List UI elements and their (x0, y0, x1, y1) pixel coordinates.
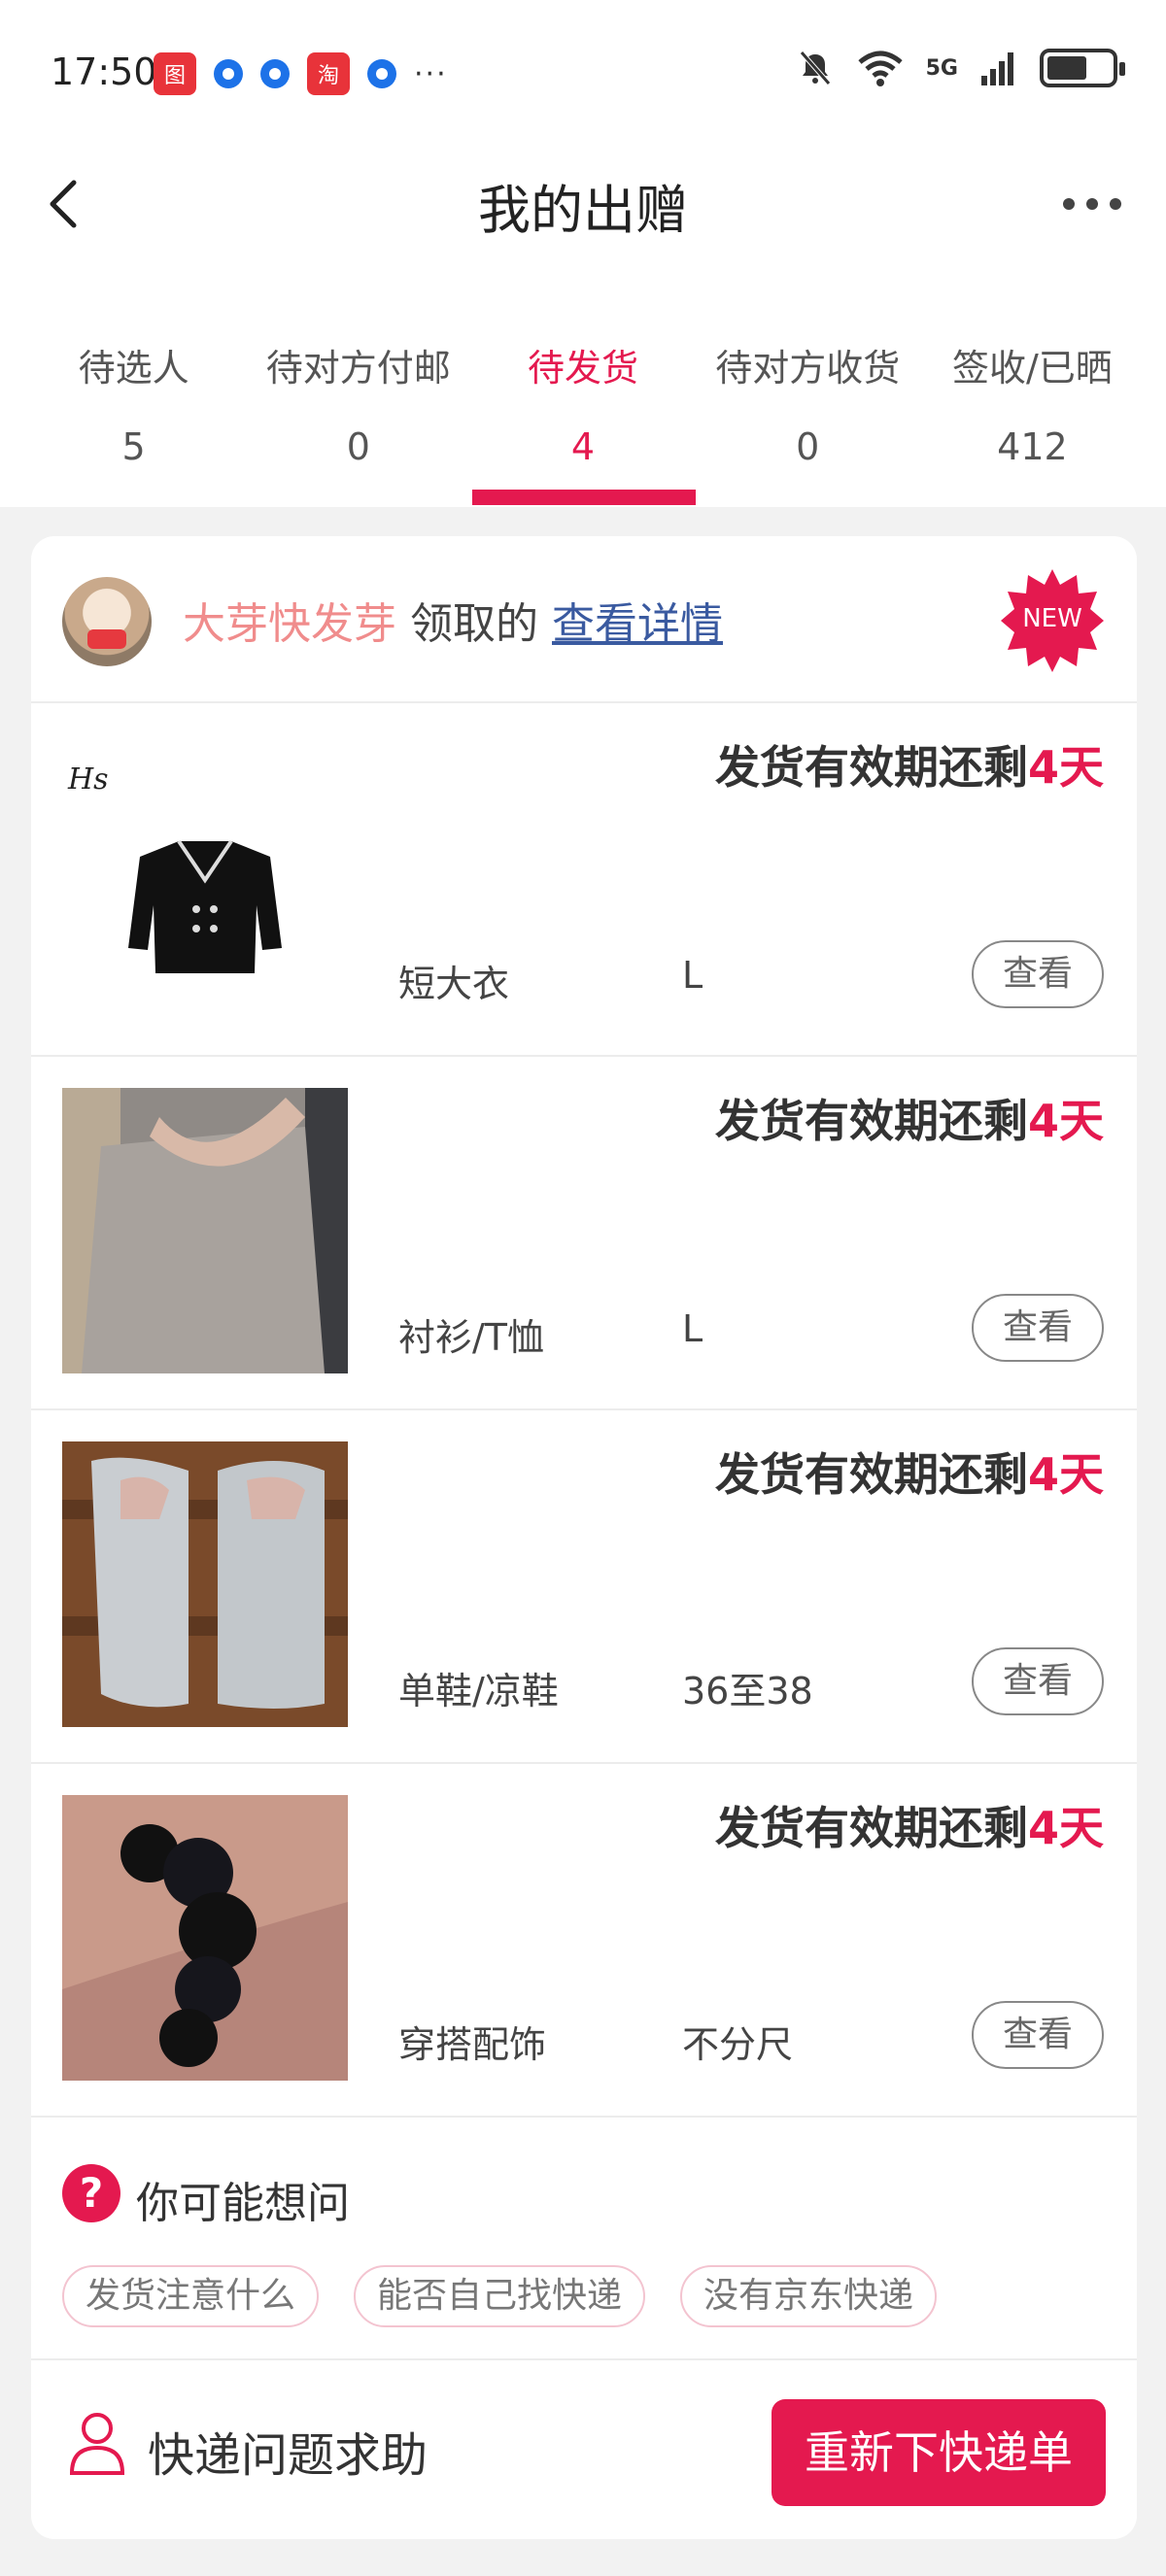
coat-image: Hs (67, 763, 282, 973)
item-size: 不分尺 (682, 2023, 794, 2066)
list-item: 发货有效期还剩4天 穿搭配饰 不分尺 查看 (31, 1764, 1137, 2118)
tab-label: 待选人 (78, 347, 189, 390)
app-notification-icon: 图 (154, 52, 196, 95)
order-card: 大芽快发芽 领取的 查看详情 NEW Hs 发货有效期还剩4天 短大衣 L 查看… (31, 536, 1137, 2539)
item-size: L (682, 954, 703, 997)
item-size: L (682, 1307, 703, 1350)
new-badge-label: NEW (1022, 604, 1082, 633)
receiver-line: 大芽快发芽 领取的 查看详情 (183, 589, 723, 651)
bracelet-image (62, 1795, 348, 2081)
tab-label: 签收/已晒 (952, 347, 1113, 390)
item-category: 穿搭配饰 (398, 2023, 547, 2066)
status-bar: 17:50 图 淘 ··· 5G (0, 0, 1166, 146)
shipping-deadline: 发货有效期还剩4天 (715, 1440, 1104, 1504)
shirt-image (62, 1088, 348, 1373)
faq-chip[interactable]: 没有京东快递 (680, 2265, 938, 2327)
view-button[interactable]: 查看 (972, 940, 1104, 1008)
taobao-notification-icon: 淘 (307, 52, 350, 95)
item-category: 单鞋/凉鞋 (398, 1670, 559, 1712)
wifi-icon (857, 51, 903, 86)
faq-section: ? 你可能想问 发货注意什么 能否自己找快递 没有京东快递 (31, 2118, 1137, 2360)
view-button[interactable]: 查看 (972, 1294, 1104, 1362)
question-icon: ? (62, 2164, 120, 2222)
battery-icon (1040, 49, 1125, 87)
status-more-indicator: ··· (414, 56, 448, 91)
more-dots-icon (1110, 198, 1121, 210)
deadline-label: 发货有效期还剩 (714, 741, 1028, 794)
new-badge: NEW (999, 567, 1106, 674)
person-icon (69, 2413, 125, 2475)
reorder-courier-button[interactable]: 重新下快递单 (772, 2399, 1106, 2506)
faq-chip[interactable]: 发货注意什么 (62, 2265, 320, 2327)
more-options-button[interactable] (1063, 198, 1121, 210)
deadline-days: 4天 (1027, 1802, 1104, 1854)
item-category: 衬衫/T恤 (398, 1316, 545, 1359)
tab-count: 0 (796, 425, 820, 468)
status-tabs: 待选人 5 待对方付邮 0 待发货 4 待对方收货 0 签收/已晒 412 (0, 262, 1166, 507)
tab-pending-shipment[interactable]: 待发货 4 (470, 262, 695, 507)
app-notification-dot-icon (260, 59, 290, 88)
avatar[interactable] (62, 577, 152, 666)
active-tab-indicator (472, 490, 696, 505)
app-notification-dot-icon (214, 59, 243, 88)
coat-thumbnail[interactable]: Hs (62, 734, 348, 1020)
deadline-days: 4天 (1027, 741, 1104, 794)
shipping-deadline: 发货有效期还剩4天 (715, 1086, 1104, 1150)
deadline-days: 4天 (1027, 1448, 1104, 1501)
view-button[interactable]: 查看 (972, 1647, 1104, 1715)
deadline-days: 4天 (1027, 1095, 1104, 1147)
tab-pending-receipt[interactable]: 待对方收货 0 (696, 262, 920, 507)
shipping-deadline: 发货有效期还剩4天 (715, 1793, 1104, 1857)
tab-label: 待对方收货 (715, 347, 901, 390)
shipping-deadline: 发货有效期还剩4天 (715, 732, 1104, 797)
courier-help-link[interactable]: 快递问题求助 (148, 2417, 428, 2485)
tab-count: 412 (997, 425, 1068, 468)
status-time: 17:50 (51, 51, 157, 93)
app-notification-dot-icon (367, 59, 396, 88)
network-type: 5G (925, 55, 958, 81)
tab-pending-select[interactable]: 待选人 5 (21, 262, 246, 507)
card-footer: 快递问题求助 重新下快递单 (31, 2362, 1137, 2539)
tab-count: 0 (346, 425, 370, 468)
card-header: 大芽快发芽 领取的 查看详情 NEW (31, 536, 1137, 703)
signal-icon (981, 52, 1013, 85)
item-category: 短大衣 (398, 963, 510, 1005)
shoes-image (62, 1441, 348, 1727)
tab-received[interactable]: 签收/已晒 412 (920, 262, 1145, 507)
page-title: 我的出赠 (478, 180, 688, 241)
shoes-thumbnail[interactable] (62, 1441, 348, 1727)
tab-count: 4 (570, 425, 596, 468)
deadline-label: 发货有效期还剩 (714, 1802, 1028, 1854)
faq-title: 你可能想问 (136, 2179, 350, 2228)
tab-count: 5 (121, 425, 146, 468)
shirt-thumbnail[interactable] (62, 1088, 348, 1373)
status-app-icons: 图 淘 ··· (154, 52, 448, 95)
item-size: 36至38 (682, 1670, 813, 1712)
deadline-label: 发货有效期还剩 (714, 1448, 1028, 1501)
status-right: 5G (796, 49, 1125, 87)
received-label: 领取的 (410, 599, 538, 649)
more-dots-icon (1086, 198, 1098, 210)
list-item: 发货有效期还剩4天 衬衫/T恤 L 查看 (31, 1057, 1137, 1410)
deadline-label: 发货有效期还剩 (714, 1095, 1028, 1147)
list-item: 发货有效期还剩4天 单鞋/凉鞋 36至38 查看 (31, 1410, 1137, 1764)
bracelet-thumbnail[interactable] (62, 1795, 348, 2081)
svg-text:Hs: Hs (67, 763, 109, 797)
receiver-name[interactable]: 大芽快发芽 (183, 599, 396, 649)
tab-label: 待对方付邮 (265, 347, 451, 390)
list-item: Hs 发货有效期还剩4天 短大衣 L 查看 (31, 703, 1137, 1057)
more-dots-icon (1063, 198, 1075, 210)
faq-chips: 发货注意什么 能否自己找快递 没有京东快递 (62, 2265, 938, 2327)
tab-pending-postage[interactable]: 待对方付邮 0 (246, 262, 470, 507)
view-details-link[interactable]: 查看详情 (552, 599, 723, 649)
tab-label: 待发货 (528, 347, 639, 390)
faq-chip[interactable]: 能否自己找快递 (354, 2265, 646, 2327)
nav-bar: 我的出赠 (0, 146, 1166, 262)
view-button[interactable]: 查看 (972, 2001, 1104, 2069)
mute-bell-icon (799, 51, 831, 85)
